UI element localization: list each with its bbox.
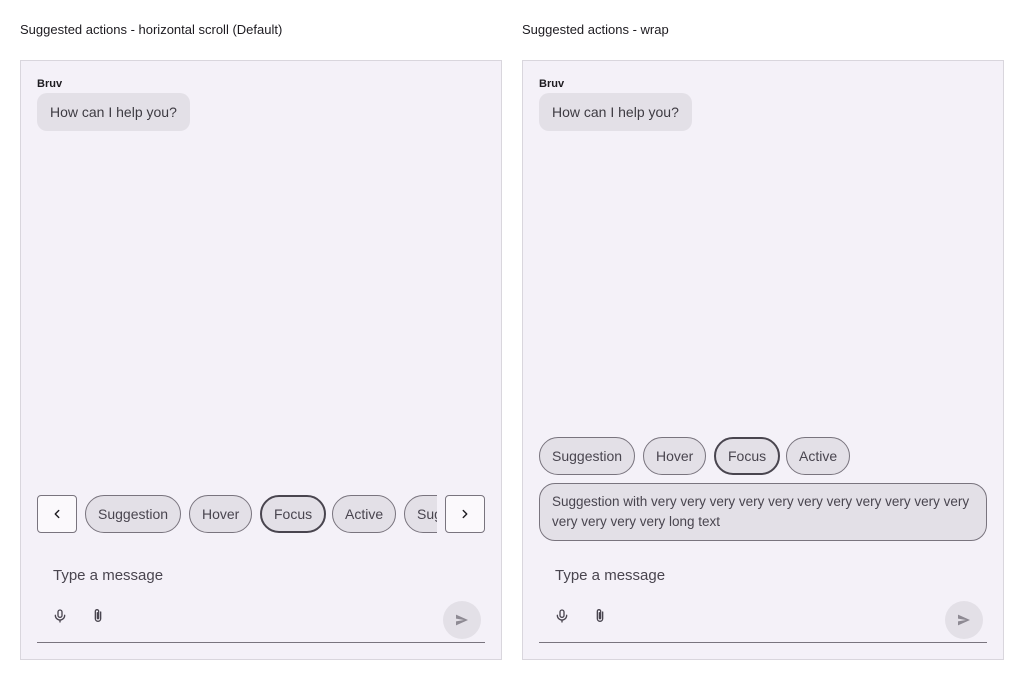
suggestions-scroll-row[interactable]: Suggestion Hover Focus Active Suggestion <box>85 495 437 533</box>
message-input[interactable]: Type a message <box>555 567 665 584</box>
chat-panel-wrap: Bruv How can I help you? Suggestion Hove… <box>522 60 1004 660</box>
message-bubble: How can I help you? <box>37 93 190 131</box>
message-composer: Type a message <box>37 557 485 643</box>
paperclip-icon <box>596 609 604 622</box>
chevron-right-icon <box>462 509 468 519</box>
sender-name: Bruv <box>37 78 63 90</box>
suggestion-chip[interactable]: Suggestion <box>85 495 182 533</box>
suggestion-chip-hover[interactable]: Hover <box>189 495 253 533</box>
scroll-left-button[interactable] <box>37 495 77 533</box>
paperclip-icon <box>94 609 102 622</box>
suggestion-chip-focus[interactable]: Focus <box>714 437 781 475</box>
suggestion-chip-hover[interactable]: Hover <box>643 437 707 475</box>
chat-panel-horizontal-scroll: Bruv How can I help you? Suggestion Hove… <box>20 60 502 660</box>
suggestion-chip[interactable]: Suggestion <box>539 437 636 475</box>
attach-button[interactable] <box>89 606 107 626</box>
chevron-left-icon <box>54 509 60 519</box>
microphone-button[interactable] <box>51 606 69 626</box>
message-bubble: How can I help you? <box>539 93 692 131</box>
microphone-button[interactable] <box>553 606 571 626</box>
message-input[interactable]: Type a message <box>53 567 163 584</box>
section-title-wrap: Suggested actions - wrap <box>522 22 669 37</box>
attach-button[interactable] <box>591 606 609 626</box>
microphone-icon <box>54 609 66 623</box>
suggestion-chip-long[interactable]: Suggestion with very very very very very… <box>539 483 987 541</box>
send-icon <box>958 614 970 626</box>
send-icon <box>456 614 468 626</box>
suggestion-chip-active[interactable]: Active <box>786 437 851 475</box>
scroll-right-button[interactable] <box>445 495 485 533</box>
suggestion-chip-focus[interactable]: Focus <box>260 495 327 533</box>
microphone-icon <box>556 609 568 623</box>
section-title-horizontal-scroll: Suggested actions - horizontal scroll (D… <box>20 22 283 37</box>
sender-name: Bruv <box>539 78 565 90</box>
suggestion-chip[interactable]: Suggestion <box>404 495 437 533</box>
send-button[interactable] <box>443 601 481 639</box>
suggestion-chip-active[interactable]: Active <box>332 495 397 533</box>
message-composer: Type a message <box>539 557 987 643</box>
send-button[interactable] <box>945 601 983 639</box>
